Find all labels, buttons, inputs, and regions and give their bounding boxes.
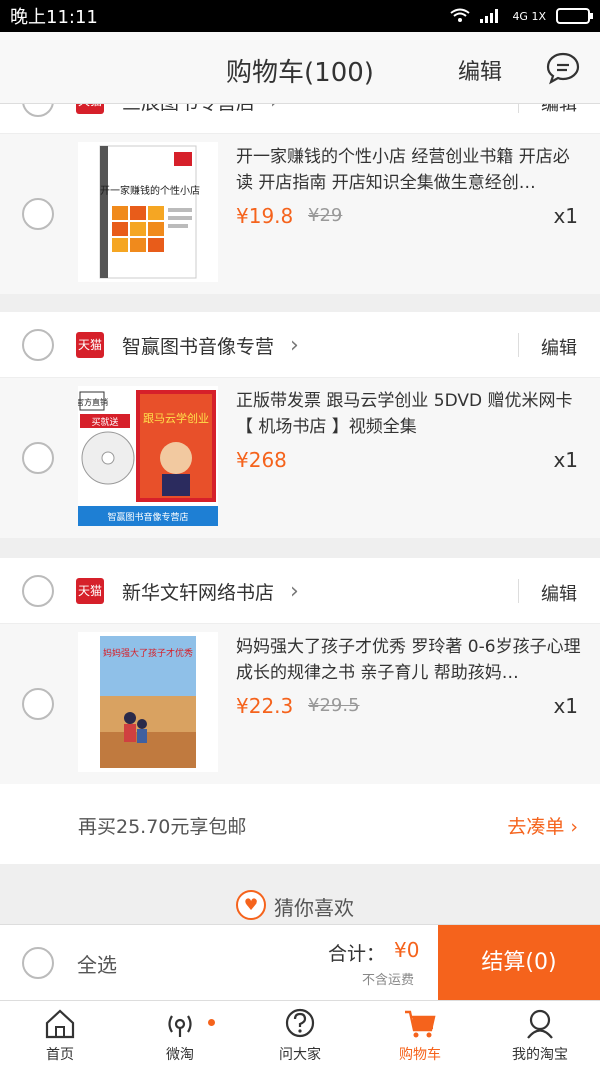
- chevron-right-icon[interactable]: ›: [270, 104, 279, 114]
- tab-cart[interactable]: 购物车: [360, 1001, 480, 1067]
- shop-edit-button[interactable]: 编辑: [541, 580, 577, 606]
- checkout-button[interactable]: 结算(0): [438, 925, 600, 1001]
- item-qty: x1: [553, 204, 578, 228]
- shop-checkbox[interactable]: [22, 575, 54, 607]
- item-checkbox[interactable]: [22, 198, 54, 230]
- item-price: ¥19.8: [236, 204, 294, 228]
- heart-icon: ♥: [236, 890, 266, 920]
- status-icons: 4G 1X: [450, 8, 593, 24]
- free-shipping-promo: 再买25.70元享包邮 去凑单 ›: [0, 784, 600, 864]
- shop-header: 天猫 智赢图书音像专营 › 编辑: [0, 312, 600, 378]
- total-label: 合计：: [328, 943, 386, 965]
- shop-name[interactable]: 新华文轩网络书店: [122, 578, 274, 605]
- signal-icon: [480, 9, 499, 23]
- cover-promo: 买就送: [91, 416, 118, 428]
- guess-you-like: ♥ 猜你喜欢: [0, 874, 600, 924]
- total-value: ¥0: [394, 938, 420, 962]
- product-image[interactable]: 妈妈强大了孩子才优秀: [78, 632, 218, 772]
- status-bar: 晚上11:11 4G 1X: [0, 0, 600, 32]
- select-all-checkbox[interactable]: [22, 947, 54, 979]
- tmall-badge: 天猫: [76, 578, 104, 604]
- cover-title: 跟马云学创业: [143, 411, 209, 425]
- tab-label: 我的淘宝: [512, 1047, 568, 1063]
- cover-title: 开一家赚钱的个性小店: [100, 184, 200, 197]
- select-all-label[interactable]: 全选: [77, 949, 117, 978]
- shipping-note: 不含运费: [362, 973, 415, 988]
- tmall-badge: 天猫: [76, 104, 104, 114]
- item-title[interactable]: 妈妈强大了孩子才优秀 罗玲著 0-6岁孩子心理成长的规律之书 亲子育儿 帮助孩妈…: [236, 634, 586, 686]
- notification-dot: [208, 1019, 215, 1026]
- tab-label: 问大家: [279, 1047, 321, 1063]
- profile-icon: [527, 1009, 553, 1039]
- add-on-link[interactable]: 去凑单 ›: [507, 812, 578, 839]
- divider: [518, 579, 519, 603]
- network-type: 4G 1X: [512, 9, 546, 23]
- product-image[interactable]: 官方直销 买就送 跟马云学创业 智赢图书音像专营店: [78, 386, 218, 526]
- question-icon: [285, 1008, 315, 1038]
- section-divider: [0, 864, 600, 868]
- tab-label: 微淘: [166, 1047, 194, 1063]
- tab-label: 购物车: [399, 1047, 441, 1063]
- divider: [518, 333, 519, 357]
- product-image[interactable]: 开一家赚钱的个性小店: [78, 142, 218, 282]
- chevron-right-icon[interactable]: ›: [290, 579, 299, 604]
- shop-header: 天猫 新华文轩网络书店 › 编辑: [0, 558, 600, 624]
- tab-home[interactable]: 首页: [0, 1001, 120, 1067]
- shop-checkbox[interactable]: [22, 329, 54, 361]
- divider: [518, 104, 519, 113]
- item-checkbox[interactable]: [22, 688, 54, 720]
- tab-label: 首页: [46, 1047, 74, 1063]
- shop-edit-button[interactable]: 编辑: [541, 104, 577, 116]
- cover-title: 妈妈强大了孩子才优秀: [103, 647, 193, 659]
- edit-button[interactable]: 编辑: [458, 54, 502, 86]
- home-icon: [45, 1009, 75, 1039]
- bottom-tab-bar: 首页 微淘 问大家 购物车 我的淘宝: [0, 1000, 600, 1067]
- shop-name[interactable]: 智赢图书音像专营: [122, 332, 274, 359]
- item-price: ¥268: [236, 448, 287, 472]
- shop-name[interactable]: 三辰图书专营店: [122, 104, 255, 115]
- checkout-bar: 全选 合计： ¥0 不含运费 结算(0): [0, 924, 600, 1001]
- item-checkbox[interactable]: [22, 442, 54, 474]
- tab-weitao[interactable]: 微淘: [120, 1001, 240, 1067]
- cart-icon: [405, 1010, 436, 1038]
- status-time: 晚上11:11: [10, 7, 98, 28]
- message-icon[interactable]: [545, 50, 581, 86]
- chevron-right-icon[interactable]: ›: [290, 333, 299, 358]
- item-title[interactable]: 开一家赚钱的个性小店 经营创业书籍 开店必读 开店指南 开店知识全集做生意经创…: [236, 144, 586, 196]
- tab-ask[interactable]: 问大家: [240, 1001, 360, 1067]
- item-original-price: ¥29: [308, 205, 343, 226]
- cart-item[interactable]: 开一家赚钱的个性小店 开一家赚钱的个性小店 经营创业书籍 开店必读 开店指南 开…: [0, 134, 600, 294]
- cover-badge: 官方直销: [78, 397, 108, 407]
- cart-header: 购物车(100) 编辑: [0, 32, 600, 104]
- battery-icon: [556, 8, 593, 24]
- shop-edit-button[interactable]: 编辑: [541, 334, 577, 360]
- tmall-badge: 天猫: [76, 332, 104, 358]
- page-title: 购物车(100): [226, 58, 374, 88]
- cart-list[interactable]: 天猫 三辰图书专营店 › 编辑 开一家赚钱的个性小店 开一家赚钱的个性小店 经营…: [0, 104, 600, 924]
- section-divider: [0, 294, 600, 312]
- item-original-price: ¥29.5: [308, 695, 360, 716]
- item-qty: x1: [553, 694, 578, 718]
- cover-footer: 智赢图书音像专营店: [107, 511, 188, 523]
- cart-item[interactable]: 妈妈强大了孩子才优秀 妈妈强大了孩子才优秀 罗玲著 0-6岁孩子心理成长的规律之…: [0, 624, 600, 784]
- wifi-icon: [450, 8, 471, 22]
- shop-header-partial: 天猫 三辰图书专营店 › 编辑: [0, 104, 600, 134]
- guess-label: 猜你喜欢: [274, 896, 354, 920]
- item-qty: x1: [553, 448, 578, 472]
- item-title[interactable]: 正版带发票 跟马云学创业 5DVD 赠优米网卡【 机场书店 】视频全集: [236, 388, 586, 440]
- tab-profile[interactable]: 我的淘宝: [480, 1001, 600, 1067]
- cart-item[interactable]: 官方直销 买就送 跟马云学创业 智赢图书音像专营店 正版带发票 跟马云学创业 5…: [0, 378, 600, 538]
- item-price: ¥22.3: [236, 694, 294, 718]
- broadcast-icon: [168, 1015, 192, 1037]
- shop-checkbox[interactable]: [22, 104, 54, 117]
- section-divider: [0, 538, 600, 558]
- promo-text: 再买25.70元享包邮: [78, 816, 247, 838]
